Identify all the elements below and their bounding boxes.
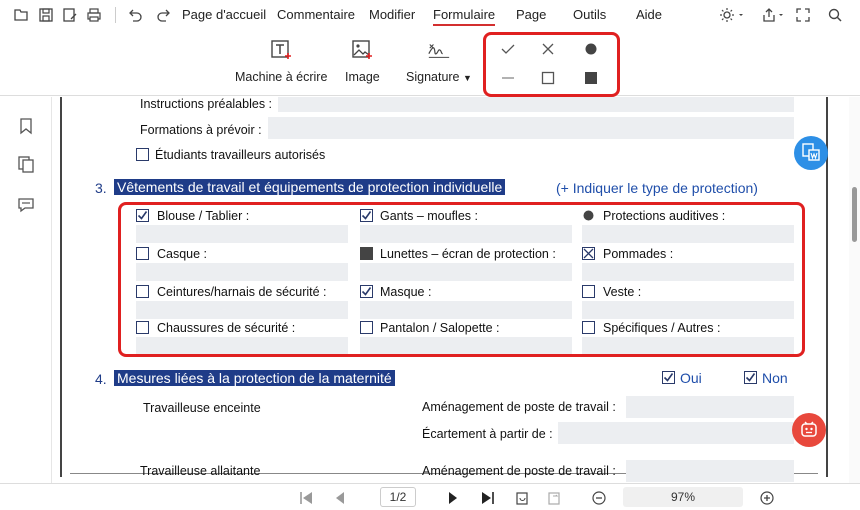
zoom-in-icon[interactable] [758,489,776,507]
save-as-icon[interactable] [61,6,79,24]
ecartement-field[interactable] [558,422,794,444]
section-4-number: 4. [95,371,107,387]
ecartement-label: Écartement à partir de : [422,427,553,441]
chevron-down-icon: ▼ [463,73,472,83]
rotate-icon[interactable] [513,489,531,507]
dot-mark-icon[interactable] [581,39,601,59]
form-ribbon: Machine à écrire Image Signature ▼ [0,30,860,96]
section-4-title: Mesures liées à la protection de la mate… [114,370,395,386]
check-icon [745,373,756,382]
oui-label: Oui [680,370,702,386]
menu-tools[interactable]: Outils [573,7,606,22]
image-icon [350,38,374,62]
menu-comment[interactable]: Commentaire [277,7,355,22]
bookmark-icon[interactable] [17,117,35,135]
image-tool[interactable]: Image [345,38,380,84]
last-page-icon[interactable] [479,489,497,507]
amenagement1-field[interactable] [626,396,794,418]
instructions-label: Instructions préalables : [140,97,273,111]
toolbar-divider [115,7,116,23]
menu-edit[interactable]: Modifier [369,7,415,22]
robot-icon [798,418,820,443]
scrollbar-thumb[interactable] [852,187,857,242]
thumbnails-icon[interactable] [17,155,35,173]
check-icon [663,373,674,382]
vertical-scrollbar[interactable] [849,97,860,483]
previous-page-icon[interactable] [331,489,349,507]
section-3-number: 3. [95,180,107,196]
zoom-out-icon[interactable] [590,489,608,507]
non-label: Non [762,370,788,386]
save-icon[interactable] [37,6,55,24]
typewriter-tool[interactable]: Machine à écrire [235,38,327,84]
print-icon[interactable] [85,6,103,24]
formations-label: Formations à prévoir : [140,123,262,137]
pdf-to-word-button[interactable] [794,136,828,170]
typewriter-label: Machine à écrire [235,70,328,84]
cross-mark-icon[interactable] [538,39,558,59]
signature-text: Signature [406,70,460,84]
students-label: Étudiants travailleurs autorisés [155,148,326,162]
non-checkbox[interactable] [744,371,757,384]
convert-word-icon [800,141,822,166]
menu-home[interactable]: Page d'accueil [182,7,266,22]
theme-icon[interactable] [718,6,746,24]
signature-label: Signature ▼ [406,70,472,84]
signature-tool[interactable]: Signature ▼ [406,38,472,84]
ai-assistant-button[interactable] [792,413,826,447]
fullscreen-icon[interactable] [794,6,812,24]
first-page-icon[interactable] [297,489,315,507]
menu-form[interactable]: Formulaire [433,7,496,26]
amenagement2-label: Aménagement de poste de travail : [422,464,616,478]
section-3-title: Vêtements de travail et équipements de p… [114,179,506,195]
page-number-input[interactable]: 1/2 [380,487,416,507]
travailleuse-enceinte-label: Travailleuse enceinte [143,401,261,415]
comments-icon[interactable] [17,196,35,214]
oui-checkbox[interactable] [662,371,675,384]
formations-field[interactable] [268,117,794,139]
search-icon[interactable] [826,6,844,24]
form-shape-tools [483,32,620,97]
undo-icon[interactable] [126,6,144,24]
next-page-icon[interactable] [444,489,462,507]
image-label: Image [345,70,380,84]
filled-box-icon[interactable] [581,68,601,88]
left-sidebar [0,97,52,492]
signature-icon [427,38,451,62]
menu-bar: Page d'accueil Commentaire Modifier Form… [0,0,860,30]
rotate-right-icon[interactable] [545,489,563,507]
check-mark-icon[interactable] [498,39,518,59]
amenagement1-label: Aménagement de poste de travail : [422,400,616,414]
line-mark-icon[interactable] [498,68,518,88]
students-checkbox[interactable] [136,148,149,161]
share-icon[interactable] [760,6,788,24]
menu-help[interactable]: Aide [636,7,662,22]
typewriter-icon [269,38,293,62]
instructions-field[interactable] [278,97,794,112]
redo-icon[interactable] [155,6,173,24]
status-bar: 1/2 97% [0,483,860,510]
travailleuse-allaitante-label: Travailleuse allaitante [140,464,261,478]
open-file-icon[interactable] [12,6,30,24]
empty-box-icon[interactable] [538,68,558,88]
menu-page[interactable]: Page [516,7,546,22]
zoom-level[interactable]: 97% [623,487,743,507]
section-3-hint: (+ Indiquer le type de protection) [556,180,758,196]
highlight-box [118,202,805,357]
amenagement2-field[interactable] [626,460,794,482]
